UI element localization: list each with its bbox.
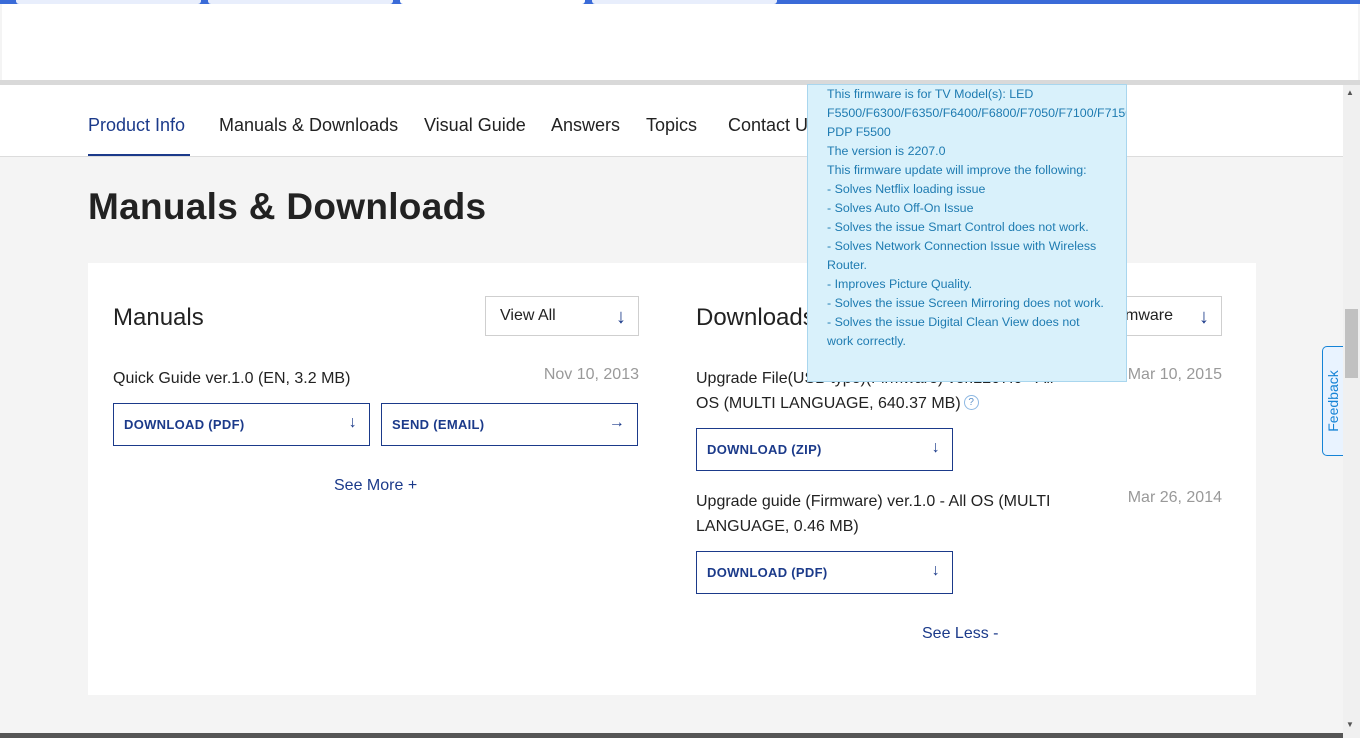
view-all-label: View All [500, 307, 556, 324]
page-scrollbar[interactable] [1343, 85, 1360, 738]
tooltip-line: - Improves Picture Quality. [827, 277, 973, 291]
download-zip-button[interactable]: DOWNLOAD (ZIP) ↓ [696, 428, 953, 471]
scrollbar-thumb[interactable] [1345, 309, 1358, 378]
tooltip-line: This firmware is for TV Model(s): LED F5… [827, 87, 1127, 139]
manual-file-name: Quick Guide ver.1.0 (EN, 3.2 MB) [113, 370, 351, 387]
see-less-link[interactable]: See Less - [922, 625, 998, 643]
download-pdf-button[interactable]: DOWNLOAD (PDF) ↓ [113, 403, 370, 446]
download-pdf-label: DOWNLOAD (PDF) [124, 417, 245, 432]
send-email-label: SEND (EMAIL) [392, 417, 485, 432]
product-nav: Product Info Manuals & Downloads Visual … [0, 85, 1343, 157]
download-file-date: Mar 26, 2014 [1127, 489, 1222, 506]
view-all-dropdown[interactable]: View All ↓ [485, 296, 639, 336]
tooltip-line: This firmware update will improve the fo… [827, 163, 1087, 177]
bottom-edge [0, 733, 1343, 738]
manual-file-date: Nov 10, 2013 [543, 366, 639, 383]
tooltip-line: - Solves Auto Off-On Issue [827, 201, 974, 215]
scroll-up-icon[interactable]: ▲ [1346, 88, 1354, 97]
firmware-filter-label: mware [1125, 307, 1174, 324]
download-pdf-button[interactable]: DOWNLOAD (PDF) ↓ [696, 551, 953, 594]
tooltip-line: - Solves the issue Screen Mirroring does… [827, 296, 1104, 310]
arrow-right-icon: → [608, 414, 625, 431]
feedback-label[interactable]: Feedback [1325, 346, 1341, 456]
nav-tab-manuals-downloads[interactable]: Manuals & Downloads [219, 115, 398, 136]
download-pdf-label: DOWNLOAD (PDF) [707, 565, 828, 580]
manuals-heading: Manuals [113, 304, 204, 331]
download-file-name: Upgrade guide (Firmware) ver.1.0 - All O… [696, 493, 1051, 535]
send-email-button[interactable]: SEND (EMAIL) → [381, 403, 638, 446]
scroll-down-icon[interactable]: ▼ [1346, 720, 1354, 729]
nav-tab-product-info[interactable]: Product Info [88, 115, 185, 136]
arrow-down-icon: ↓ [931, 562, 940, 579]
arrow-down-icon: ↓ [1199, 306, 1209, 328]
tooltip-line: - Solves the issue Smart Control does no… [827, 220, 1089, 234]
tooltip-line: - Solves Netflix loading issue [827, 182, 986, 196]
tooltip-line: - Solves Network Connection Issue with W… [827, 239, 1097, 272]
tooltip-line: The version is 2207.0 [827, 144, 946, 158]
firmware-details-tooltip: This firmware is for TV Model(s): LED F5… [807, 84, 1127, 382]
nav-tab-topics[interactable]: Topics [646, 115, 697, 136]
tooltip-line: - Solves the issue Digital Clean View do… [827, 315, 1080, 348]
nav-tab-contact-us[interactable]: Contact U [728, 115, 808, 136]
arrow-down-icon: ↓ [616, 306, 626, 328]
nav-tab-visual-guide[interactable]: Visual Guide [424, 115, 526, 136]
header-area [2, 4, 1358, 80]
downloads-heading: Downloads [696, 304, 815, 331]
nav-tab-answers[interactable]: Answers [551, 115, 620, 136]
nav-active-indicator [88, 154, 190, 156]
help-icon[interactable]: ? [963, 395, 979, 410]
download-zip-label: DOWNLOAD (ZIP) [707, 442, 822, 457]
arrow-down-icon: ↓ [931, 439, 940, 456]
see-more-link[interactable]: See More + [334, 477, 417, 495]
page-title: Manuals & Downloads [88, 186, 487, 227]
arrow-down-icon: ↓ [348, 414, 357, 431]
